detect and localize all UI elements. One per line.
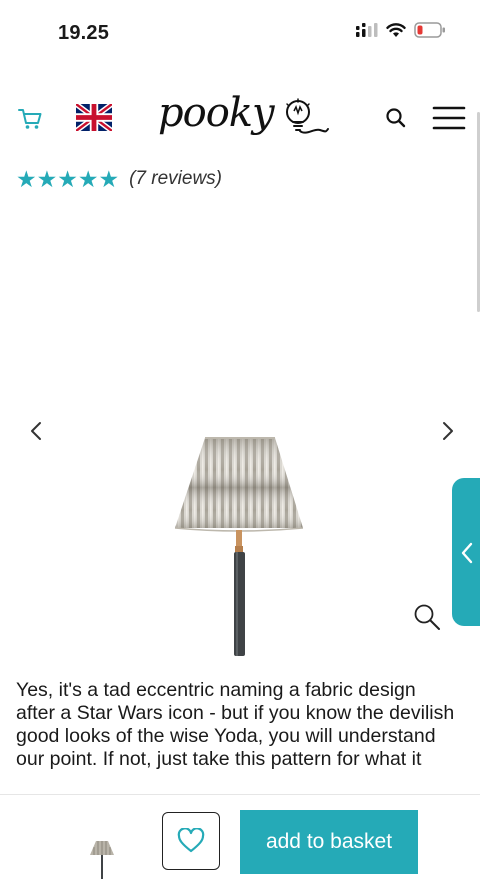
battery-low-icon	[414, 22, 446, 43]
product-thumbnail	[88, 839, 116, 879]
reviews-link[interactable]: ★★★★★ (7 reviews)	[16, 166, 222, 192]
lamp-illustration	[174, 437, 304, 656]
carousel-next-button[interactable]	[432, 416, 462, 446]
status-time: 19.25	[58, 22, 110, 44]
zoom-button[interactable]	[412, 602, 442, 632]
wifi-icon	[386, 22, 406, 43]
menu-button[interactable]	[432, 104, 466, 132]
status-bar: 19.25	[0, 0, 480, 62]
cellular-signal-icon	[356, 23, 378, 42]
chevron-left-icon	[31, 422, 41, 440]
search-icon	[386, 108, 406, 128]
review-count: (7 reviews)	[129, 168, 223, 189]
product-image[interactable]	[165, 434, 315, 656]
site-header: pooky	[0, 84, 480, 150]
hamburger-menu-icon	[432, 106, 466, 130]
wishlist-button[interactable]	[162, 812, 220, 870]
uk-flag-icon	[74, 101, 114, 134]
cart-icon	[18, 109, 42, 129]
search-button[interactable]	[384, 106, 408, 130]
rating-stars: ★★★★★	[16, 165, 120, 192]
chevron-left-icon	[461, 542, 473, 564]
add-to-basket-button[interactable]: add to basket	[240, 810, 418, 874]
product-description: Yes, it's a tad eccentric naming a fabri…	[16, 679, 455, 770]
pooky-logo[interactable]: pooky	[150, 88, 330, 148]
side-drawer-tab[interactable]	[452, 478, 480, 626]
sticky-purchase-bar: add to basket	[0, 794, 480, 883]
zoom-icon	[414, 604, 440, 630]
status-icons	[356, 22, 446, 43]
cart-button[interactable]	[16, 104, 44, 132]
chevron-right-icon	[443, 422, 453, 440]
lightbulb-logo-icon	[284, 98, 330, 143]
logo-text: pooky	[158, 90, 275, 136]
language-button[interactable]	[74, 101, 114, 134]
carousel-prev-button[interactable]	[22, 416, 52, 446]
heart-icon	[177, 828, 205, 853]
